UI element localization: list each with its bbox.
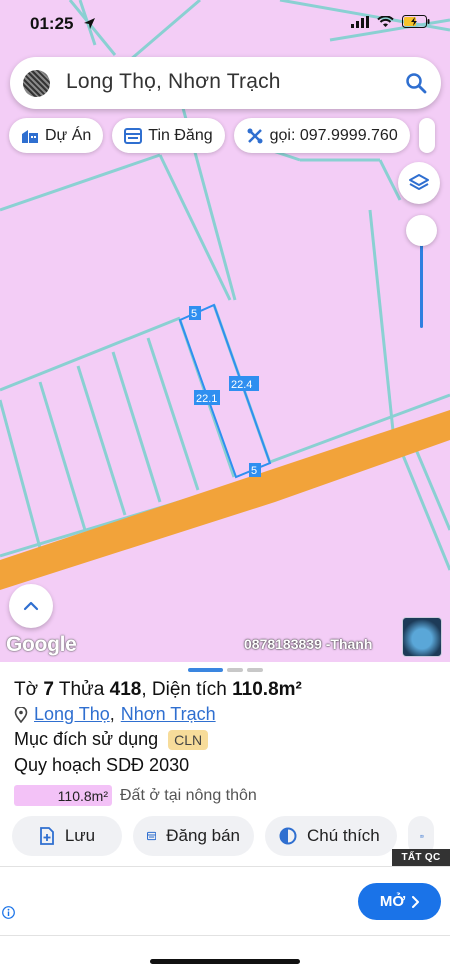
to-number: 7	[43, 679, 54, 700]
home-indicator[interactable]	[150, 959, 300, 964]
expand-up-button[interactable]	[9, 584, 53, 628]
to-label: Tờ	[14, 679, 39, 700]
google-logo: Google	[6, 633, 77, 656]
page-indicator	[188, 668, 263, 672]
listing-icon	[147, 831, 157, 841]
page-dot	[247, 668, 263, 672]
layers-icon	[409, 174, 429, 190]
opacity-slider-track[interactable]	[420, 240, 423, 328]
chevron-up-icon	[23, 601, 39, 611]
post-sale-button[interactable]: Đăng bán	[133, 816, 254, 856]
map-pin-icon	[14, 706, 28, 723]
info-icon[interactable]	[2, 906, 15, 919]
chip-tin-dang-label: Tin Đăng	[148, 126, 213, 144]
ad-banner[interactable]: MỞ	[0, 866, 450, 936]
ad-open-button[interactable]: MỞ	[358, 883, 441, 920]
chip-tin-dang[interactable]: Tin Đăng	[112, 118, 225, 153]
thumbnail-image[interactable]	[402, 617, 442, 657]
location-row: Long Thọ, Nhơn Trạch	[14, 704, 216, 725]
location-link-long-tho[interactable]: Long Thọ	[34, 704, 110, 725]
purpose-code-badge: CLN	[168, 729, 209, 750]
legend-label: Chú thích	[307, 826, 380, 845]
chevron-right-icon	[412, 895, 420, 908]
chip-more[interactable]	[418, 118, 435, 153]
hide-ads-button[interactable]: TẤT QC	[392, 849, 450, 866]
page-dot	[227, 668, 243, 672]
status-time: 01:25	[30, 14, 74, 33]
purpose-row: Mục đích sử dụng CLN	[14, 729, 209, 750]
location-link-nhon-trach[interactable]: Nhơn Trạch	[121, 704, 216, 725]
chip-du-an-label: Dự Án	[45, 126, 92, 144]
plan-row: 110.8m² Đất ở tại nông thôn	[14, 785, 257, 806]
contact-watermark: 0878183839 -Thanh	[244, 636, 373, 652]
chip-du-an[interactable]: Dự Án	[9, 118, 104, 153]
plan-landuse: Đất ở tại nông thôn	[120, 786, 257, 804]
page-dot-active	[188, 668, 223, 672]
layers-button[interactable]	[398, 162, 440, 204]
filter-chips: Dự Án Tin Đăng gọi: 097.9999.760	[9, 118, 435, 153]
search-icon[interactable]	[404, 71, 428, 95]
search-bar[interactable]: Long Thọ, Nhơn Trạch	[10, 57, 441, 109]
parcel-top-label: 5	[191, 308, 197, 320]
save-add-icon	[39, 827, 54, 845]
save-label: Lưu	[64, 826, 96, 845]
chip-call-label: gọi: 097.9999.760	[269, 126, 398, 144]
save-button[interactable]: Lưu	[12, 816, 122, 856]
plan-title: Quy hoạch SDĐ 2030	[14, 755, 190, 775]
opacity-slider-thumb[interactable]	[406, 215, 437, 246]
wifi-icon	[377, 15, 394, 27]
contrast-icon	[279, 827, 297, 845]
camera-add-icon	[420, 835, 424, 838]
search-text[interactable]: Long Thọ, Nhơn Trạch	[66, 70, 281, 94]
thua-number: 418	[109, 679, 142, 700]
purpose-label: Mục đích sử dụng	[14, 729, 159, 749]
area-value: 110.8m²	[232, 679, 302, 700]
crossed-tools-icon	[247, 128, 263, 143]
parcel-bottom-label: 5	[251, 465, 257, 477]
app-logo-icon[interactable]	[23, 70, 50, 97]
post-sale-label: Đăng bán	[166, 826, 240, 845]
signal-icon	[351, 15, 369, 28]
thua-label: Thửa	[58, 679, 105, 700]
location-arrow-icon	[84, 18, 95, 29]
parcel-right-label: 22.4	[231, 379, 252, 391]
plan-area-bar: 110.8m²	[14, 785, 112, 806]
location-separator: ,	[109, 704, 115, 724]
area-label: Diện tích	[151, 679, 227, 700]
legend-button[interactable]: Chú thích	[265, 816, 397, 856]
building-icon	[22, 129, 38, 143]
ad-open-label: MỞ	[379, 893, 406, 910]
chip-call[interactable]: gọi: 097.9999.760	[233, 118, 410, 153]
parcel-title: Tờ 7 Thửa 418, Diện tích 110.8m²	[14, 679, 302, 700]
battery-charging-icon	[402, 15, 430, 28]
status-bar: 01:25	[0, 0, 450, 48]
action-bar: Lưu Đăng bán Chú thích	[12, 816, 434, 856]
listing-icon	[124, 127, 143, 144]
parcel-left-label: 22.1	[196, 393, 217, 405]
